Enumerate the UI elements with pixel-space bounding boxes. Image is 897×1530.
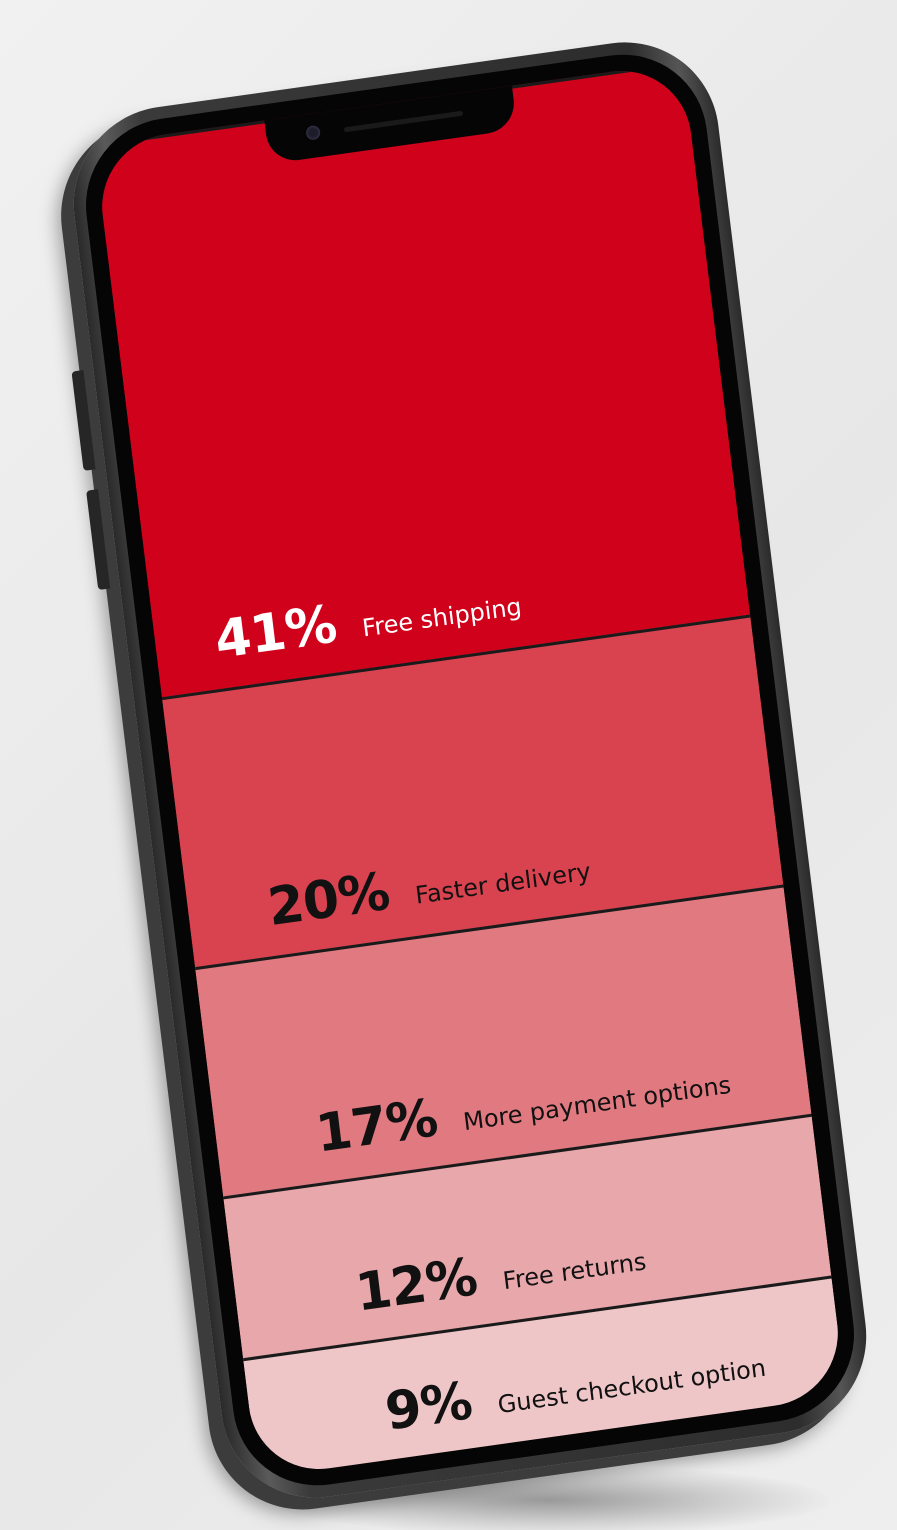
segment-value-label: 41% bbox=[211, 594, 340, 671]
front-camera-icon bbox=[305, 124, 321, 141]
stage: 41% Free shipping 20% Faster delivery 17% Mor… bbox=[0, 0, 897, 1530]
segment-value-label: 20% bbox=[264, 861, 393, 939]
bar-segment: 41% Free shipping bbox=[93, 61, 751, 698]
segment-category-label: Free shipping bbox=[360, 592, 524, 643]
segment-category-label: More payment options bbox=[461, 1070, 733, 1137]
earpiece-speaker bbox=[343, 110, 464, 133]
segment-value-label: 12% bbox=[352, 1247, 480, 1324]
volume-up-button bbox=[71, 369, 96, 471]
segment-value-label: 9% bbox=[382, 1371, 475, 1443]
phone-mockup: 41% Free shipping 20% Faster delivery 17% Mor… bbox=[62, 29, 878, 1511]
segment-category-label: Free returns bbox=[501, 1247, 648, 1296]
segment-category-label: Guest checkout option bbox=[496, 1353, 768, 1420]
volume-down-button bbox=[86, 489, 111, 591]
segment-value-label: 17% bbox=[312, 1088, 441, 1165]
segment-category-label: Faster delivery bbox=[413, 857, 593, 910]
